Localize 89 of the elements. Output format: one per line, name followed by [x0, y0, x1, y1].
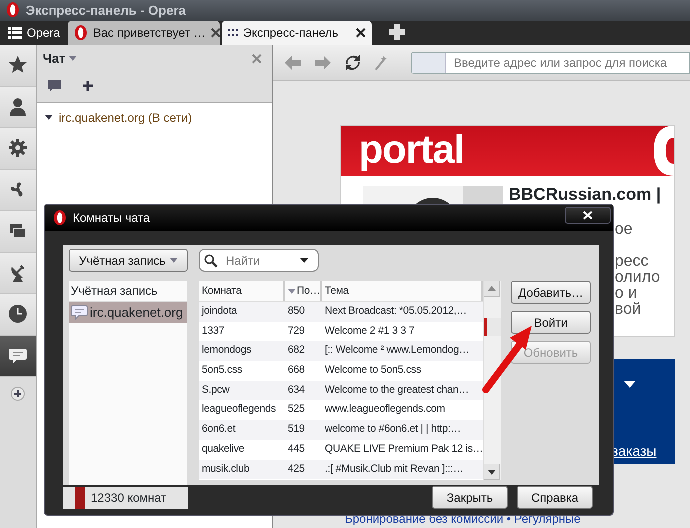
portal-logo: portal: [359, 127, 464, 174]
panel-button[interactable]: [0, 45, 36, 86]
status-text: 12330 комнат: [91, 490, 167, 506]
scroll-thumb[interactable]: [484, 318, 502, 336]
table-cell-text: 445: [287, 442, 306, 457]
scrollbar[interactable]: [483, 281, 501, 480]
table-cell-text: 634: [287, 382, 306, 398]
table-cell-text: 850: [287, 304, 306, 319]
status-marker: [75, 486, 85, 508]
close-icon[interactable]: [210, 28, 221, 38]
dialog-button[interactable]: Добавить…: [511, 281, 591, 304]
caret-icon[interactable]: [624, 381, 636, 388]
window-title: Экспресс-панель - Opera: [26, 2, 186, 20]
text-fragment: олило: [615, 270, 662, 286]
account-item[interactable]: irc.quakenet.org: [69, 302, 187, 323]
add-icon[interactable]: [82, 80, 94, 92]
table-cell-text: Welcome to 5on5.css: [324, 363, 422, 378]
tree-item[interactable]: irc.quakenet.org (В сети): [59, 109, 192, 127]
dialog-button[interactable]: Закрыть: [432, 486, 508, 509]
table-cell-text: leagueoflegends: [201, 402, 278, 418]
table-cell-text: 5on5.css: [201, 363, 244, 378]
opera-logo-icon: [53, 210, 67, 226]
gear-icon: [8, 138, 28, 158]
table-cell-text: QUAKE LIVE Premium Pak 12 is…: [324, 442, 484, 457]
tab[interactable]: Вас приветствует …: [68, 21, 220, 45]
tab[interactable]: Экспресс-панель: [222, 21, 372, 45]
search-bar[interactable]: Найти: [199, 249, 319, 272]
table-cell-text: 519: [287, 422, 306, 438]
panel-button[interactable]: [0, 170, 36, 211]
scroll-down-icon[interactable]: [484, 464, 500, 480]
opera-logo-icon: [6, 2, 20, 18]
scroll-up-icon[interactable]: [484, 281, 500, 297]
opera-logo-icon: [74, 25, 88, 41]
grid-icon: [228, 29, 238, 37]
text-fragment: о и: [615, 286, 638, 302]
table-cell-text: Next Broadcast: *05.05.2012,…: [324, 304, 468, 319]
table-cell-text: 6on6.et: [201, 422, 237, 438]
account-button[interactable]: Учётная запись: [69, 249, 188, 272]
table-cell-text: [:: Welcome ² www.Lemondog…: [324, 343, 470, 358]
banner-link[interactable]: заказы: [612, 441, 657, 462]
dialog-title: Комнаты чата: [73, 210, 150, 227]
close-icon[interactable]: [356, 28, 366, 38]
text-fragment: вой: [615, 302, 642, 318]
table-cell-text: 729: [287, 324, 306, 339]
table-cell-text: 682: [287, 343, 306, 358]
table-cell-text: S.pcw: [201, 382, 231, 398]
new-tab-icon[interactable]: [388, 23, 406, 41]
table-cell-text: Welcome 2 #1 3 3 7: [324, 324, 416, 339]
text-fragment: ое: [615, 222, 634, 238]
dropdown-caret-icon: [300, 258, 309, 263]
panel-button[interactable]: [0, 211, 36, 252]
chat-icon[interactable]: [47, 78, 62, 92]
panel-button[interactable]: [0, 86, 36, 128]
table-cell-text: 525: [287, 402, 306, 418]
search-icon: [204, 254, 218, 268]
table-cell-text: 668: [287, 363, 306, 378]
table-cell-text: joindota: [200, 304, 238, 319]
table-cell-text: Welcome to the greatest chan…: [324, 382, 470, 398]
close-button[interactable]: [565, 207, 611, 224]
table-cell-text: musik.club: [201, 462, 251, 476]
table-cell-text: 1337: [201, 324, 226, 339]
table-cell-text: lemondogs: [201, 343, 253, 358]
sort-icon: [288, 289, 296, 294]
chat-icon: [71, 305, 88, 320]
menu-icon: [8, 27, 22, 39]
dialog-button[interactable]: Справка: [517, 486, 593, 509]
caret-icon: [170, 258, 178, 263]
person-icon: [8, 96, 28, 117]
headline: BBCRussian.com |: [509, 184, 662, 206]
panel-title: Чат: [43, 50, 66, 68]
star-icon: [8, 55, 28, 76]
panel-button[interactable]: [0, 128, 36, 170]
collapse-arrow-icon[interactable]: [45, 114, 53, 122]
add-panel-icon[interactable]: [11, 387, 25, 401]
table-cell-text: .:[ #Musik.Club mit Revan ]:::…: [324, 462, 465, 476]
table-cell-text: quakelive: [201, 442, 246, 457]
clock-icon: [8, 304, 28, 324]
panel-button[interactable]: [0, 252, 36, 294]
panel-button[interactable]: [0, 294, 36, 336]
address-bar[interactable]: Введите адрес или запрос для поиска: [411, 52, 690, 74]
table-cell-text: 425: [287, 462, 306, 476]
text-fragment: ресс: [615, 254, 650, 270]
dialog-button[interactable]: Войти: [511, 311, 591, 334]
table-cell-text: welcome to #6on6.et | | http:…: [324, 422, 462, 438]
table-cell-text: www.leagueoflegends.com: [324, 402, 446, 418]
close-icon: [583, 211, 593, 220]
menu-button[interactable]: Opera: [2, 21, 66, 45]
panel-button[interactable]: [0, 336, 36, 377]
reload-icon[interactable]: [345, 54, 361, 70]
